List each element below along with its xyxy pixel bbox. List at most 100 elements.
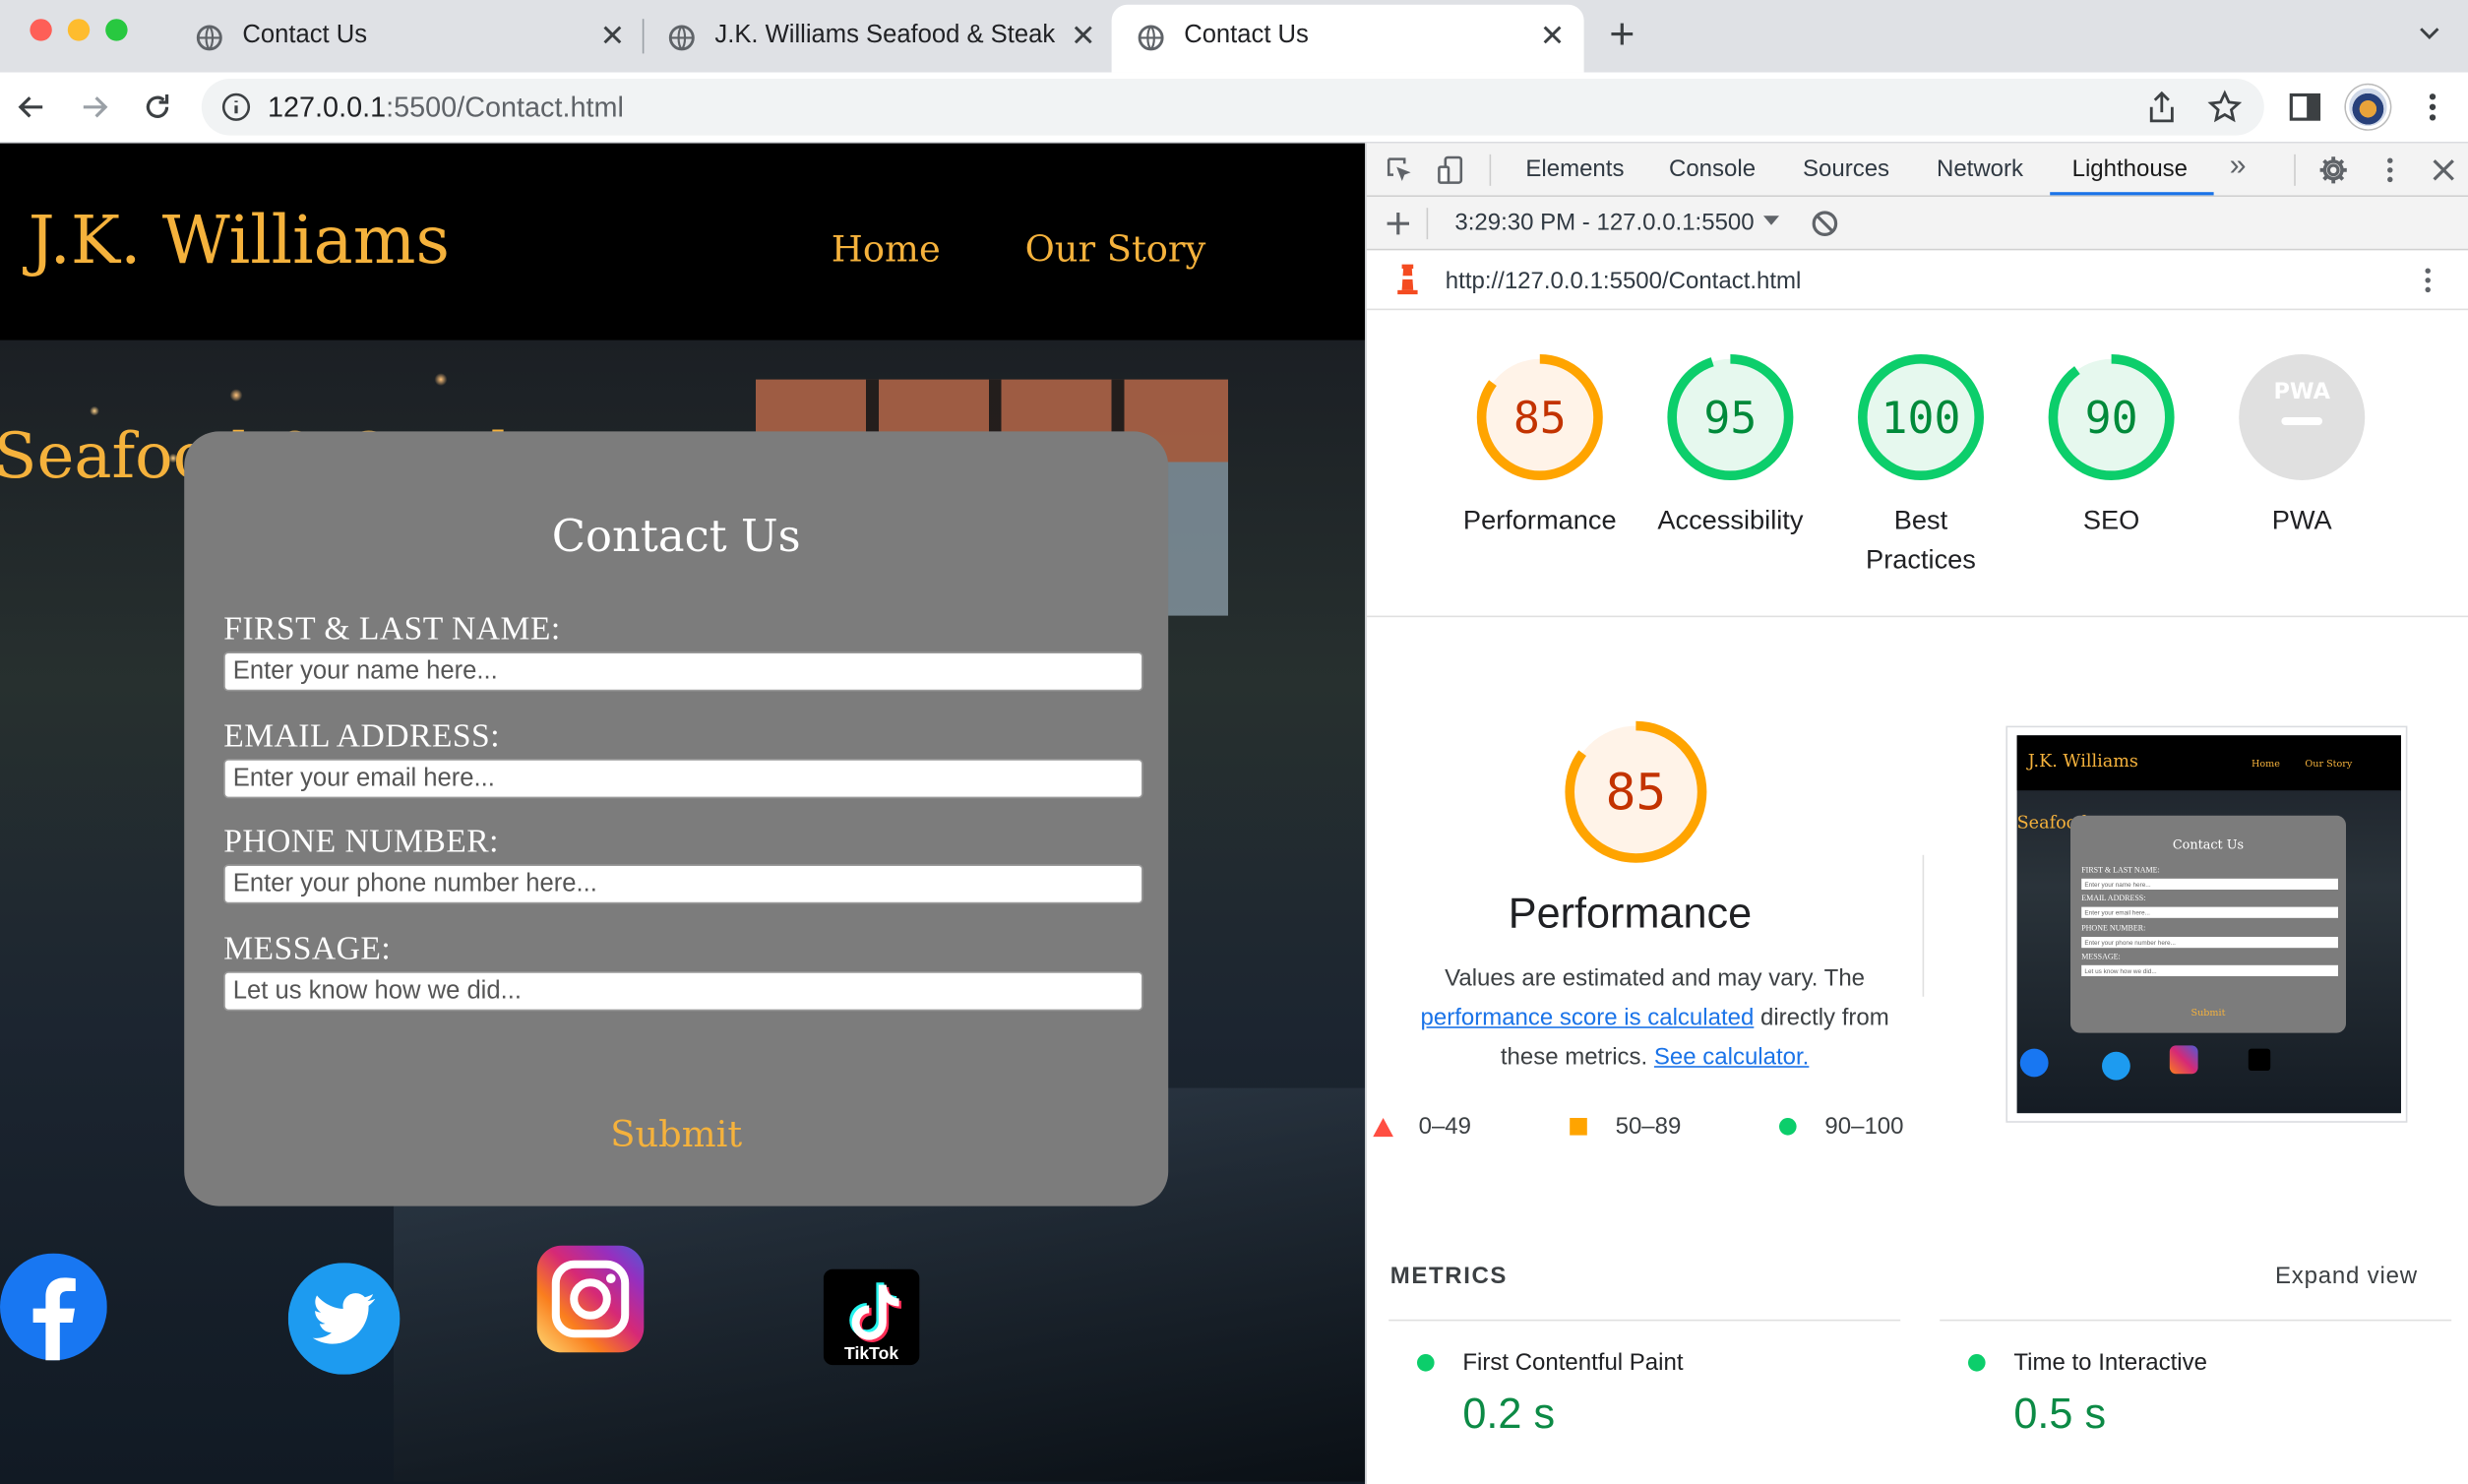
browser-window: Contact Us ✕ J.K. Williams Seafood & Ste… — [0, 0, 2468, 1484]
message-label: MESSAGE: — [223, 929, 392, 967]
kebab-menu-icon[interactable] — [2375, 155, 2406, 186]
tab-contact-us-1[interactable]: Contact Us ✕ — [170, 5, 643, 73]
gauge-pwa[interactable]: PWA PWA — [2215, 351, 2388, 540]
name-input[interactable] — [223, 651, 1143, 692]
tab-elements[interactable]: Elements — [1525, 155, 1624, 182]
plus-icon[interactable] — [1383, 208, 1414, 239]
score-value: 85 — [1606, 763, 1667, 822]
forward-icon[interactable] — [79, 92, 110, 123]
divider — [2294, 154, 2296, 186]
gauge-accessibility[interactable]: 95 Accessibility — [1643, 351, 1817, 540]
page-screenshot-thumbnail[interactable]: J.K. Williams Home Our Story Seafood Con… — [2005, 725, 2408, 1123]
gauge-label: SEO — [2082, 505, 2140, 535]
thumb-label: EMAIL ADDRESS: — [2081, 896, 2146, 904]
close-window-button[interactable] — [30, 19, 52, 41]
score-calculated-link[interactable]: performance score is calculated — [1421, 1005, 1755, 1031]
dropdown-arrow-icon[interactable] — [1761, 211, 1780, 229]
thumb-label: FIRST & LAST NAME: — [2081, 867, 2160, 876]
close-icon[interactable] — [2428, 155, 2459, 186]
more-tabs-chevron-icon[interactable]: » — [2230, 150, 2247, 184]
divider — [1426, 208, 1429, 240]
minimize-window-button[interactable] — [67, 19, 91, 41]
tab-contact-us-active[interactable]: Contact Us ✕ — [1111, 4, 1584, 73]
message-input[interactable] — [223, 971, 1143, 1012]
facebook-icon — [2019, 1048, 2049, 1078]
score-gauge: 90 — [2048, 354, 2175, 481]
instagram-icon[interactable] — [536, 1245, 645, 1353]
tab-close-icon[interactable]: ✕ — [1071, 19, 1095, 55]
settings-gear-icon[interactable] — [2317, 155, 2349, 186]
expand-view-toggle[interactable]: Expand view — [2275, 1263, 2418, 1289]
thumb-label: PHONE NUMBER: — [2081, 925, 2146, 934]
info-icon[interactable] — [220, 92, 252, 123]
metric-name: Time to Interactive — [2013, 1349, 2207, 1377]
chevron-down-icon[interactable] — [2415, 19, 2443, 47]
phone-input[interactable] — [223, 864, 1143, 904]
phone-label: PHONE NUMBER: — [223, 822, 499, 860]
tab-network[interactable]: Network — [1937, 155, 2023, 182]
tab-lighthouse[interactable]: Lighthouse — [2072, 155, 2188, 182]
new-tab-button[interactable]: + — [1609, 12, 1635, 57]
see-calculator-link[interactable]: See calculator. — [1654, 1044, 1809, 1071]
lighthouse-toolbar: 3:29:30 PM - 127.0.0.1:5500 — [1366, 197, 2468, 251]
score-gauge: 100 — [1858, 354, 1985, 481]
legend-average-range: 50–89 — [1615, 1113, 1682, 1141]
inspect-element-icon[interactable] — [1384, 155, 1415, 186]
sidepanel-icon[interactable] — [2288, 90, 2322, 124]
address-bar[interactable]: 127.0.0.1:5500/Contact.html — [201, 79, 2264, 136]
average-square-icon — [1570, 1118, 1587, 1136]
tab-title: J.K. Williams Seafood & Steak — [714, 22, 1056, 49]
email-label: EMAIL ADDRESS: — [223, 716, 501, 755]
divider — [1489, 154, 1492, 186]
report-selector[interactable]: 3:29:30 PM - 127.0.0.1:5500 — [1454, 210, 1754, 236]
tab-strip: Contact Us ✕ J.K. Williams Seafood & Ste… — [0, 0, 2468, 73]
tab-close-icon[interactable]: ✕ — [600, 19, 625, 55]
url-text: 127.0.0.1:5500/Contact.html — [268, 91, 624, 123]
gauge-seo[interactable]: 90 SEO — [2025, 351, 2198, 540]
device-toolbar-icon[interactable] — [1436, 155, 1467, 186]
thumb-label: MESSAGE: — [2081, 954, 2121, 962]
thumb-nav-story: Our Story — [2305, 759, 2353, 771]
tab-sources[interactable]: Sources — [1803, 155, 1889, 182]
kebab-menu-icon[interactable] — [2412, 265, 2443, 296]
thumb-input: Let us know how we did... — [2081, 964, 2338, 976]
section-divider — [1366, 615, 2468, 618]
nav-our-story-link[interactable]: Our Story — [1025, 230, 1206, 272]
metric-name: First Contentful Paint — [1462, 1349, 1684, 1377]
tiktok-icon[interactable]: TikTok — [823, 1268, 920, 1366]
description-text: Values are estimated and may vary. The — [1445, 964, 1866, 992]
star-icon[interactable] — [2207, 90, 2243, 124]
tab-title: Contact Us — [1184, 22, 1309, 49]
legend-pass-range: 90–100 — [1824, 1113, 1904, 1141]
thumb-input: Enter your email here... — [2081, 906, 2338, 918]
submit-button[interactable]: Submit — [184, 1115, 1168, 1156]
performance-description: Values are estimated and may vary. The p… — [1395, 958, 1915, 1077]
facebook-icon[interactable] — [0, 1253, 107, 1361]
nav-home-link[interactable]: Home — [832, 230, 941, 272]
tab-console[interactable]: Console — [1669, 155, 1756, 182]
pwa-badge-text: PWA — [2273, 379, 2330, 404]
back-icon[interactable] — [16, 92, 47, 123]
reload-icon[interactable] — [142, 92, 173, 123]
twitter-icon[interactable] — [287, 1263, 401, 1375]
kebab-menu-icon[interactable] — [2415, 90, 2449, 124]
pwa-badge-icon: PWA — [2239, 354, 2366, 480]
email-input[interactable] — [223, 759, 1143, 799]
devtools-panel: Elements Console Sources Network Lightho… — [1365, 143, 2468, 1484]
gauge-best-practices[interactable]: 100 Best Practices — [1834, 351, 2007, 580]
zoom-window-button[interactable] — [105, 19, 128, 41]
vertical-divider — [1922, 854, 1925, 997]
devtools-tabbar: Elements Console Sources Network Lightho… — [1366, 143, 2468, 197]
globe-icon — [196, 25, 222, 51]
gauge-performance[interactable]: 85 Performance — [1453, 351, 1627, 540]
site-logo[interactable]: J.K. Williams — [29, 202, 450, 278]
tab-jk-williams[interactable]: J.K. Williams Seafood & Steak ✕ — [643, 5, 1112, 73]
share-icon[interactable] — [2144, 90, 2179, 124]
name-label: FIRST & LAST NAME: — [223, 609, 561, 648]
metrics-heading: METRICS — [1389, 1263, 1508, 1290]
tab-close-icon[interactable]: ✕ — [1540, 19, 1565, 55]
thumb-nav-home: Home — [2252, 759, 2280, 771]
clear-reports-icon[interactable] — [1809, 208, 1840, 239]
tiktok-icon — [2248, 1048, 2271, 1071]
profile-avatar[interactable] — [2346, 85, 2390, 130]
